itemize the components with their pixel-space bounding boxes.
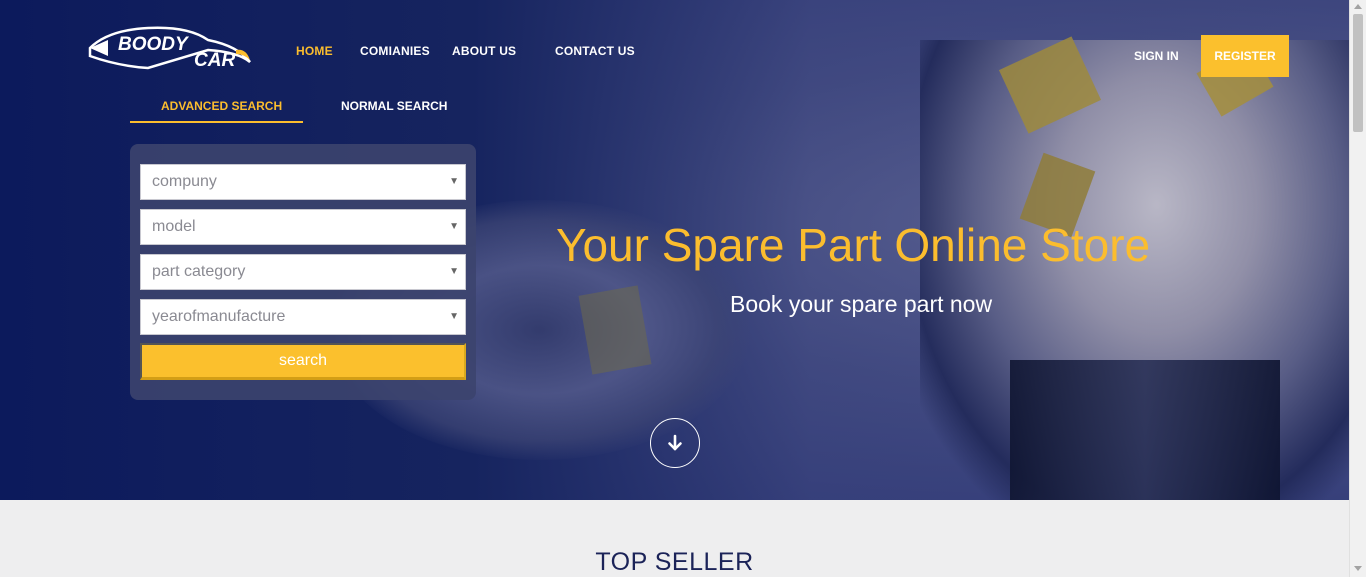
tab-normal-search[interactable]: NORMAL SEARCH [341,99,447,113]
machine-column-image [1010,360,1280,500]
year-select[interactable]: yearofmanufacture ▼ [140,299,466,335]
active-tab-indicator [130,121,303,123]
part-category-select[interactable]: part category ▼ [140,254,466,290]
scroll-down-arrow-icon[interactable] [1354,566,1362,571]
scroll-down-button[interactable] [650,418,700,468]
company-select[interactable]: compuny ▼ [140,164,466,200]
nav-about-us[interactable]: ABOUT US [452,44,516,58]
top-seller-heading: TOP SELLER [595,548,754,576]
brand-logo[interactable]: BOODY CAR [88,22,253,72]
tab-advanced-search[interactable]: ADVANCED SEARCH [161,99,282,113]
nav-companies[interactable]: COMIANIES [360,44,430,58]
company-select-value: compuny [152,173,217,190]
carbide-insert-image [998,36,1102,134]
model-select-value: model [152,218,196,235]
search-button[interactable]: search [140,343,466,380]
part-category-select-value: part category [152,263,246,280]
nav-contact-us[interactable]: CONTACT US [555,44,635,58]
carbide-insert-image [578,285,652,375]
page-scrollbar[interactable] [1349,0,1366,577]
caret-down-icon: ▼ [449,221,459,232]
hero-title: Your Spare Part Online Store [556,219,1151,271]
sign-in-link[interactable]: SIGN IN [1134,49,1179,63]
svg-text:BOODY: BOODY [118,34,190,55]
svg-text:CAR: CAR [194,50,235,71]
nav-home[interactable]: HOME [296,44,333,58]
caret-down-icon: ▼ [449,176,459,187]
model-select[interactable]: model ▼ [140,209,466,245]
caret-down-icon: ▼ [449,266,459,277]
scrollbar-thumb[interactable] [1353,14,1363,132]
scroll-up-arrow-icon[interactable] [1354,4,1362,9]
register-button[interactable]: REGISTER [1201,35,1289,77]
car-logo-icon: BOODY CAR [88,26,251,71]
year-select-value: yearofmanufacture [152,308,286,325]
arrow-down-icon [668,434,682,451]
hero-subtitle: Book your spare part now [730,291,993,317]
caret-down-icon: ▼ [449,311,459,322]
